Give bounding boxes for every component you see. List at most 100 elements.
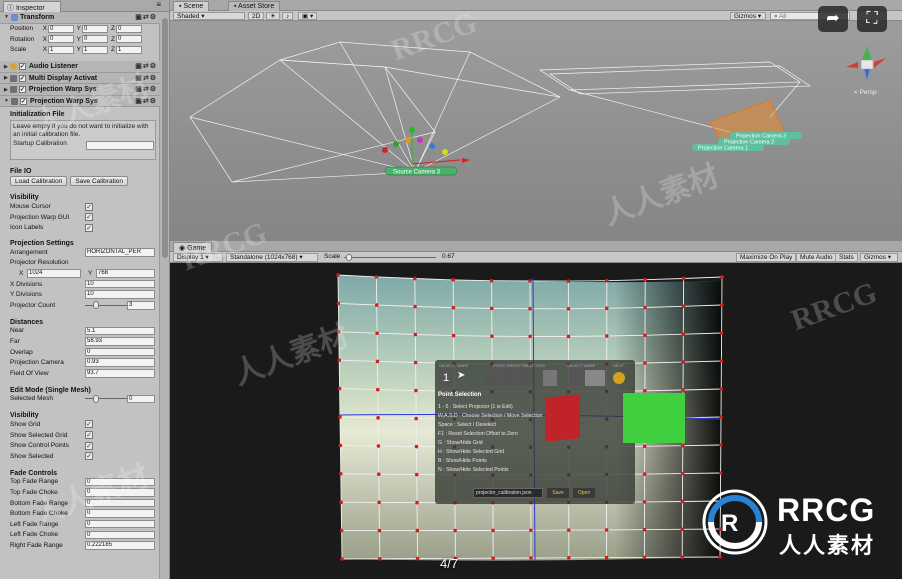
expand-icon[interactable]: ▼ [4,14,9,20]
y-divisions-field[interactable]: 10 [85,290,155,299]
control-point[interactable] [680,499,685,504]
control-point[interactable] [377,500,381,505]
control-point[interactable] [413,276,417,281]
rotation-y-field[interactable]: 0 [82,35,108,44]
control-point[interactable] [414,388,418,393]
control-point[interactable] [336,301,341,306]
control-point[interactable] [605,278,609,283]
control-point[interactable] [604,306,609,311]
control-point[interactable] [374,303,379,307]
warp-select-icon-a[interactable] [569,370,583,386]
control-point[interactable] [680,443,685,448]
shading-dropdown[interactable]: Shaded ▾ [173,12,245,20]
projector-count-slider[interactable] [85,301,129,310]
control-point[interactable] [374,275,379,279]
control-point[interactable] [643,361,647,365]
control-point[interactable] [338,443,343,448]
scale-slider-knob[interactable] [346,254,352,261]
control-point[interactable] [529,556,533,560]
control-point[interactable] [451,305,456,310]
control-point[interactable] [566,528,571,532]
control-point[interactable] [720,275,724,279]
control-point[interactable] [681,360,685,364]
control-point[interactable] [604,528,609,532]
control-point[interactable] [337,358,341,362]
projector-number-button[interactable]: 1 [439,370,453,386]
help-icon[interactable] [613,372,625,384]
control-point[interactable] [681,332,686,337]
point-select-icon[interactable] [485,370,499,386]
scale-z-field[interactable]: 1 [116,45,142,54]
show-control-points-checkbox[interactable]: ✓ [85,441,93,450]
control-point[interactable] [377,528,382,533]
control-point[interactable] [491,556,496,560]
far-field[interactable]: 58.93 [85,337,155,346]
control-point[interactable] [528,306,532,311]
component-enabled-checkbox[interactable]: ✓ [18,86,26,94]
stats-toggle[interactable]: Stats [835,253,858,262]
icon-labels-checkbox[interactable]: ✓ [85,223,93,232]
control-point[interactable] [414,472,419,477]
control-point[interactable] [643,305,647,310]
scale-x-field[interactable]: 1 [48,45,74,54]
control-point[interactable] [528,334,532,339]
control-point[interactable] [376,416,380,420]
perspective-label[interactable]: < Persp [854,89,877,96]
rotation-z-field[interactable]: 0 [116,35,142,44]
control-point[interactable] [451,278,456,282]
control-point[interactable] [642,527,647,532]
control-point[interactable] [643,333,647,338]
scrollbar-thumb[interactable] [162,18,168,258]
mouse-cursor-checkbox[interactable]: ✓ [85,202,93,211]
position-z-field[interactable]: 0 [116,24,142,33]
control-point[interactable] [413,304,417,309]
control-point[interactable] [413,360,418,365]
effects-dropdown-icon[interactable]: ▣ ▾ [298,12,318,20]
control-point[interactable] [415,556,420,561]
control-point[interactable] [415,528,420,533]
control-point[interactable] [339,472,343,476]
grid-select-icon[interactable] [543,370,557,386]
control-point[interactable] [339,500,343,504]
tab-scene[interactable]: ▪ Scene [173,1,210,11]
control-point[interactable] [376,444,381,448]
audio-toggle-icon[interactable]: ♪ [282,12,294,20]
control-point[interactable] [338,415,342,419]
arrangement-dropdown[interactable]: HORIZONTAL_PER [85,248,155,257]
control-point[interactable] [566,306,571,311]
control-point[interactable] [528,279,532,283]
control-point[interactable] [375,387,380,392]
control-point[interactable] [719,359,724,363]
expand-icon[interactable]: ▶ [4,75,8,81]
show-grid-checkbox[interactable]: ✓ [85,420,93,429]
warp-gui-checkbox[interactable]: ✓ [85,213,93,222]
overlap-field[interactable]: 0 [85,347,155,357]
startup-calibration-field[interactable] [86,141,154,150]
fullscreen-icon[interactable]: ⛶ [857,6,887,32]
control-point[interactable] [489,278,494,283]
resolution-y-field[interactable]: 768 [96,269,155,278]
control-point[interactable] [604,334,609,338]
maximize-on-play-toggle[interactable]: Maximize On Play [736,253,797,262]
light-toggle-icon[interactable]: ☀ [266,12,280,20]
control-point[interactable] [376,472,381,477]
overlay-save-button[interactable]: Save [547,488,569,498]
load-calibration-button[interactable]: Load Calibration [10,176,68,187]
position-x-field[interactable]: 0 [48,24,74,33]
control-point[interactable] [567,556,571,560]
column-select-icon[interactable] [517,370,531,386]
projector-count-field[interactable]: 3 [127,301,155,310]
component-transform[interactable]: ▼ Transform ▣⇄⚙ [0,12,160,24]
component-tools-icon[interactable]: ▣⇄⚙ [135,13,157,21]
control-point[interactable] [337,386,342,391]
expand-icon[interactable]: ▶ [4,64,8,70]
scale-slider[interactable] [344,253,436,262]
control-point[interactable] [680,555,684,559]
show-selected-grid-checkbox[interactable]: ✓ [85,431,93,440]
control-point[interactable] [720,303,724,307]
control-point[interactable] [642,444,647,449]
control-point[interactable] [719,331,724,335]
left-fade-range-field[interactable]: 0 [85,519,155,529]
control-point[interactable] [414,416,418,421]
resolution-x-field[interactable]: 1024 [27,269,81,278]
